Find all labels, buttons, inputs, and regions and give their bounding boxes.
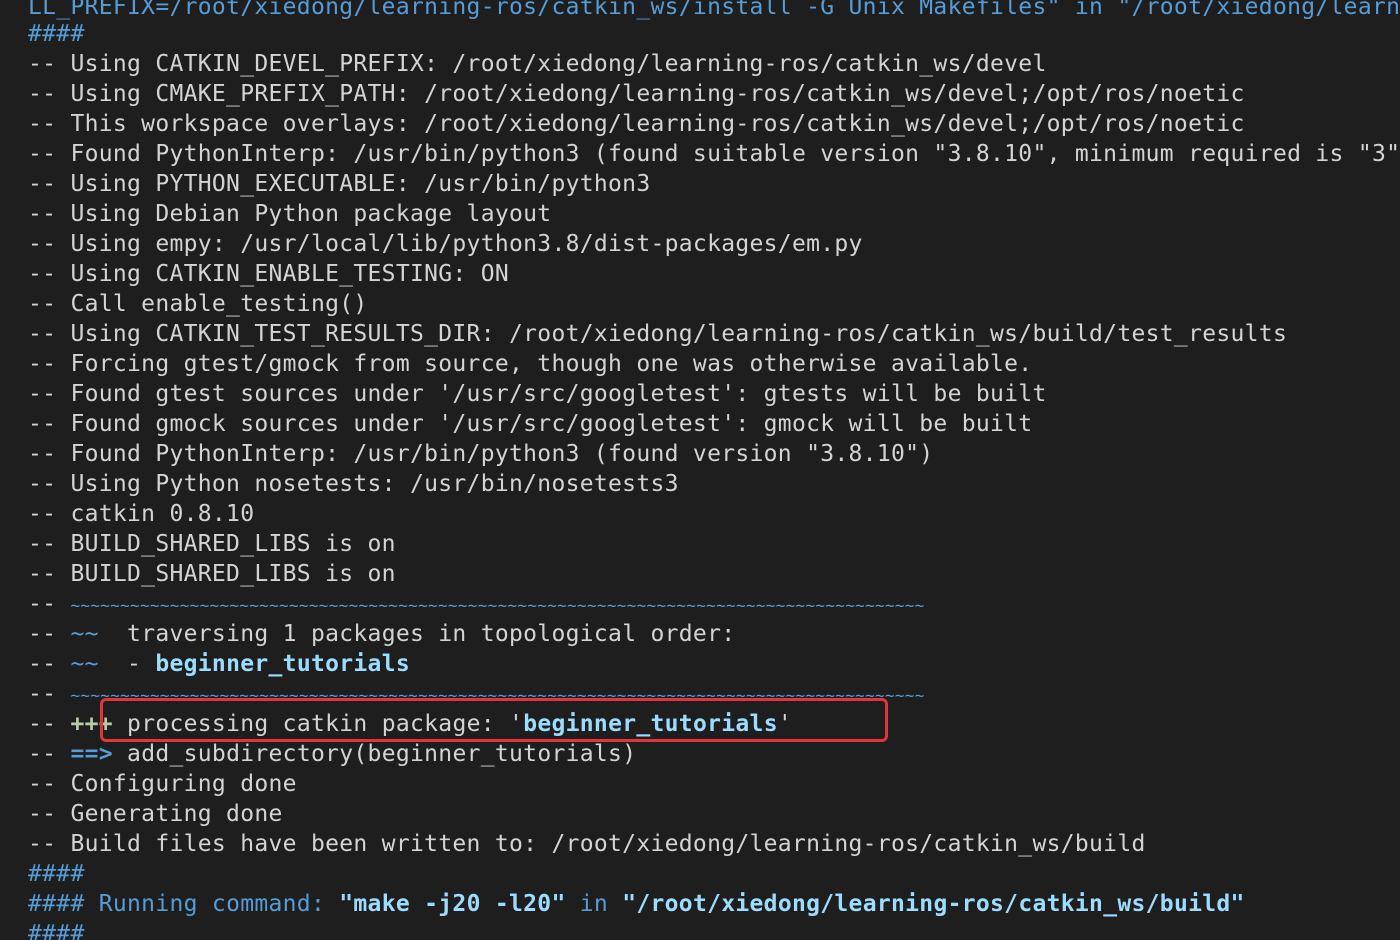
tilde-separator-line: -- ~~~~~~~~~~~~~~~~~~~~~~~~~~~~~~~~~~~~~… [28,589,925,619]
header-cut-line: LL_PREFIX=/root/xiedong/learning-ros/cat… [28,0,1400,20]
package-name: beginner_tutorials [155,651,410,677]
log-line: -- Using CATKIN_DEVEL_PREFIX: /root/xied… [28,51,1047,77]
log-line: -- Build files have been written to: /ro… [28,831,1146,857]
log-line: -- Generating done [28,801,283,827]
log-line: -- BUILD_SHARED_LIBS is on [28,561,396,587]
line-prefix: -- [28,621,71,647]
command-string: "make -j20 -l20" [339,891,566,917]
running-label: Running command: [84,891,340,917]
list-dash: - [98,651,156,677]
traversing-line: -- ~~ traversing 1 packages in topologic… [28,619,735,649]
line-prefix: -- [28,741,71,767]
build-path: "/root/xiedong/learning-ros/catkin_ws/bu… [622,891,1245,917]
log-line: -- BUILD_SHARED_LIBS is on [28,531,396,557]
subdirectory-line: -- ==> add_subdirectory(beginner_tutoria… [28,739,636,769]
log-line: -- Found PythonInterp: /usr/bin/python3 … [28,141,1400,167]
in-label: in [565,891,623,917]
tilde-separator: ~~~~~~~~~~~~~~~~~~~~~~~~~~~~~~~~~~~~~~~~… [70,596,925,615]
line-prefix: -- [28,591,71,617]
log-line: -- This workspace overlays: /root/xiedon… [28,111,1245,137]
log-line: -- catkin 0.8.10 [28,501,255,527]
line-prefix: -- [28,711,71,737]
running-command-line: #### Running command: "make -j20 -l20" i… [28,889,1245,919]
hash-line: #### [28,921,85,940]
log-line: -- Call enable_testing() [28,291,368,317]
terminal-output: LL_PREFIX=/root/xiedong/learning-ros/cat… [28,0,1400,940]
red-highlight-box [100,698,888,742]
log-line: -- Found gtest sources under '/usr/src/g… [28,381,1047,407]
line-prefix: -- [28,651,71,677]
log-line: -- Using Debian Python package layout [28,201,552,227]
log-line: -- Using CMAKE_PREFIX_PATH: /root/xiedon… [28,81,1245,107]
log-line: -- Configuring done [28,771,297,797]
tilde-marker: ~~ [70,621,99,647]
traversing-text: traversing 1 packages in topological ord… [98,621,736,647]
line-prefix: -- [28,681,71,707]
log-line: -- Using CATKIN_TEST_RESULTS_DIR: /root/… [28,321,1288,347]
log-line: -- Using empy: /usr/local/lib/python3.8/… [28,231,863,257]
hash-marker: #### [28,891,85,917]
hash-line: #### [28,21,85,47]
tilde-marker: ~~ [70,651,99,677]
log-line: -- Forcing gtest/gmock from source, thou… [28,351,1033,377]
log-line: -- Found PythonInterp: /usr/bin/python3 … [28,441,934,467]
log-line: -- Found gmock sources under '/usr/src/g… [28,411,1033,437]
log-line: -- Using PYTHON_EXECUTABLE: /usr/bin/pyt… [28,171,651,197]
arrow-marker: ==> [70,741,113,767]
log-line: -- Using Python nosetests: /usr/bin/nose… [28,471,679,497]
package-list-line: -- ~~ - beginner_tutorials [28,649,410,679]
hash-line: #### [28,861,85,887]
log-line: -- Using CATKIN_ENABLE_TESTING: ON [28,261,510,287]
subdirectory-text: add_subdirectory(beginner_tutorials) [112,741,637,767]
